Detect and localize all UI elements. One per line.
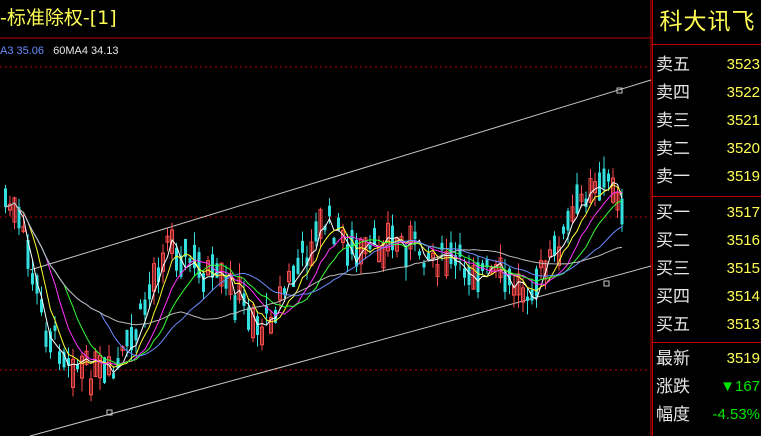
buy-level-4[interactable]: 买四 3514 (653, 284, 761, 310)
candle-body (125, 329, 129, 347)
buy-level-price: 3516 (726, 232, 760, 249)
candle-body (76, 364, 79, 370)
divider (653, 196, 761, 197)
buy-level-price: 3514 (726, 288, 760, 305)
buy-level-1[interactable]: 买一 3517 (653, 200, 761, 226)
buy-level-2[interactable]: 买二 3516 (653, 228, 761, 254)
candle-body (197, 252, 201, 278)
candle-body (143, 299, 147, 316)
stat-value: -4.53% (712, 406, 760, 423)
candle-body (373, 227, 376, 245)
sell-level-label: 卖五 (656, 55, 690, 75)
candle-body (247, 307, 250, 330)
candle-body (602, 168, 606, 188)
stock-name: 科大讯飞 (653, 0, 761, 45)
sell-level-2[interactable]: 卖二 3520 (653, 136, 761, 162)
ma-line-30 (5, 200, 623, 366)
buy-level-3[interactable]: 买三 3515 (653, 256, 761, 282)
candle-body (53, 325, 57, 331)
candle-body (103, 357, 106, 383)
candle-body (575, 184, 579, 214)
candle-body (481, 263, 484, 272)
ma-legend: A3 35.06 60MA4 34.13 (0, 45, 125, 57)
candle-body (535, 268, 538, 297)
sell-level-price: 3519 (726, 168, 760, 185)
candle-body (148, 284, 151, 300)
candle-body (328, 205, 331, 217)
channel-handle (603, 280, 610, 287)
sell-level-5[interactable]: 卖五 3523 (653, 52, 761, 78)
sell-level-label: 卖三 (656, 111, 690, 131)
sell-level-label: 卖二 (656, 139, 690, 159)
buy-level-5[interactable]: 买五 3513 (653, 312, 761, 338)
candle-body (332, 237, 336, 245)
candle-body (256, 316, 259, 335)
candle-body (175, 247, 178, 271)
candle-body (112, 373, 115, 379)
ma-legend-item-1: A3 35.06 (0, 45, 45, 57)
sell-level-price: 3523 (726, 56, 760, 73)
candle-body (607, 173, 610, 182)
candle-body (314, 221, 318, 242)
ma-line-20 (5, 191, 623, 366)
candle-body (134, 329, 138, 341)
stat-value: 3519 (726, 350, 760, 367)
divider (653, 342, 761, 343)
ma-line-10 (5, 184, 623, 368)
sell-level-price: 3521 (726, 112, 760, 129)
candle-body (44, 330, 48, 347)
candle-body (233, 295, 237, 321)
buy-level-label: 买二 (656, 231, 690, 251)
sell-level-price: 3520 (726, 140, 760, 157)
stat-label: 涨跌 (656, 377, 690, 397)
candle-body (283, 288, 286, 294)
candle-body (413, 231, 417, 240)
candle-body (620, 198, 624, 225)
kline-chart[interactable] (0, 0, 652, 436)
stat-value: ▼167 (720, 378, 760, 395)
candle-body (296, 257, 300, 274)
ma-line-120 (5, 202, 623, 326)
candle-body (467, 266, 471, 285)
buy-level-price: 3515 (726, 260, 760, 277)
candle-body (4, 188, 7, 208)
stat-latest: 最新 3519 (653, 346, 761, 372)
sell-level-1[interactable]: 卖一 3519 (653, 164, 761, 190)
candle-body (463, 268, 466, 278)
sell-level-label: 卖四 (656, 83, 690, 103)
sell-level-label: 卖一 (656, 167, 690, 187)
stat-change-pct: 幅度 -4.53% (653, 402, 761, 428)
buy-level-label: 买一 (656, 203, 690, 223)
stat-label: 最新 (656, 349, 690, 369)
chart-title: -标准除权-[1] (0, 7, 117, 29)
candle-body (224, 275, 228, 289)
ma-legend-item-2: 60MA4 34.13 (53, 45, 119, 57)
candle-body (562, 226, 565, 234)
buy-level-label: 买五 (656, 315, 690, 335)
sell-level-4[interactable]: 卖四 3522 (653, 80, 761, 106)
candle-body (553, 235, 556, 256)
buy-level-label: 买三 (656, 259, 690, 279)
candle-body (566, 210, 570, 231)
sell-level-price: 3522 (726, 84, 760, 101)
candle-body (422, 263, 426, 268)
buy-level-price: 3513 (726, 316, 760, 333)
quote-panel: 科大讯飞 卖五 3523 卖四 3522 卖三 3521 卖二 3520 卖一 … (652, 0, 761, 436)
buy-level-label: 买四 (656, 287, 690, 307)
candle-body (391, 225, 394, 251)
candle-body (139, 303, 142, 310)
candle-body (301, 240, 304, 253)
channel-upper-line (29, 79, 652, 271)
stat-change: 涨跌 ▼167 (653, 374, 761, 400)
candle-body (368, 245, 372, 250)
candle-body (58, 351, 61, 364)
candle-body (404, 247, 408, 268)
candle-body (526, 296, 529, 301)
candle-body (31, 273, 34, 285)
buy-level-price: 3517 (726, 204, 760, 221)
kline-chart-panel[interactable]: -标准除权-[1] A3 35.06 60MA4 34.13 (0, 0, 652, 436)
candle-body (418, 251, 421, 256)
sell-level-3[interactable]: 卖三 3521 (653, 108, 761, 134)
stat-label: 幅度 (656, 405, 690, 425)
